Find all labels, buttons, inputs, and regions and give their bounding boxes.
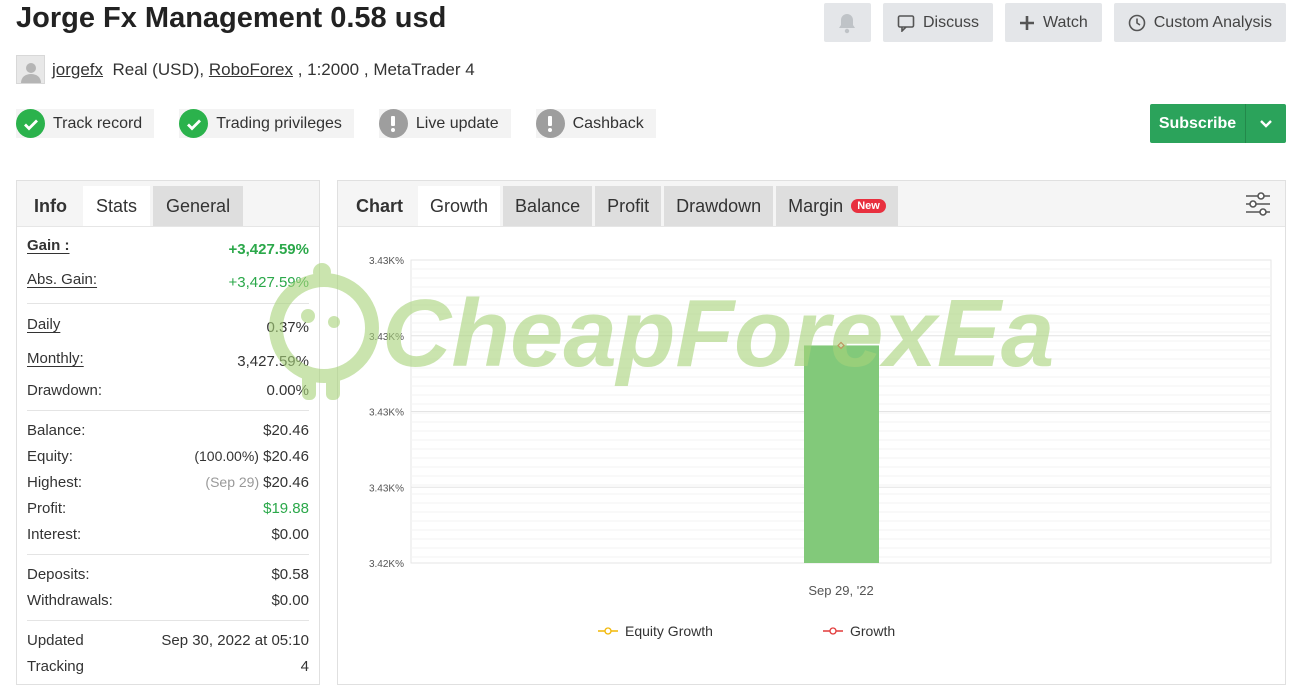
new-badge: New <box>851 199 886 213</box>
subscribe-button[interactable]: Subscribe <box>1150 104 1286 143</box>
tab-stats[interactable]: Stats <box>83 186 151 226</box>
tab-info[interactable]: Info <box>21 186 80 226</box>
notify-button[interactable] <box>823 3 871 42</box>
account-info: jorgefx Real (USD), RoboForex , 1:2000 ,… <box>16 55 475 84</box>
badge-live-update[interactable]: Live update <box>378 109 511 138</box>
badge-cashback[interactable]: Cashback <box>535 109 656 138</box>
tab-margin[interactable]: Margin New <box>776 186 898 226</box>
y-tick-label: 3.43K% <box>369 332 404 343</box>
discuss-label: Discuss <box>922 13 979 31</box>
badge-label: Cashback <box>572 114 644 132</box>
chevron-down-icon <box>1260 119 1272 128</box>
badge-label: Trading privileges <box>216 114 342 132</box>
discuss-button[interactable]: Discuss <box>882 3 993 42</box>
stat-interest: Interest: $0.00 <box>27 526 309 543</box>
page-title: Jorge Fx Management 0.58 usd <box>16 2 447 34</box>
stat-monthly: Monthly: 3,427.59% <box>27 350 309 370</box>
chart-panel: Chart Growth Balance Profit Drawdown Mar… <box>337 180 1286 685</box>
stat-abs-gain: Abs. Gain: +3,427.59% <box>27 271 309 291</box>
platform: MetaTrader 4 <box>373 59 475 79</box>
tab-growth[interactable]: Growth <box>418 186 501 226</box>
custom-analysis-button[interactable]: Custom Analysis <box>1113 3 1286 42</box>
badge-trading-privileges[interactable]: Trading privileges <box>179 109 354 138</box>
sliders-icon <box>1246 192 1270 216</box>
badge-track-record[interactable]: Track record <box>16 109 155 138</box>
stat-withdrawals: Withdrawals: $0.00 <box>27 592 309 609</box>
check-icon <box>16 109 45 138</box>
y-tick-label: 3.43K% <box>369 408 404 419</box>
watch-label: Watch <box>1042 13 1088 31</box>
divider <box>27 620 309 621</box>
subscribe-label[interactable]: Subscribe <box>1150 104 1246 143</box>
y-tick-label: 3.42K% <box>369 559 404 570</box>
chart-tabs: Chart Growth Balance Profit Drawdown Mar… <box>338 181 1285 227</box>
watch-button[interactable]: Watch <box>1004 3 1102 42</box>
stat-drawdown: Drawdown: 0.00% <box>27 382 309 399</box>
exclamation-icon <box>535 109 565 138</box>
leverage: , 1:2000 , <box>297 59 369 79</box>
stat-highest: Highest: (Sep 29) $20.46 <box>27 474 309 491</box>
x-tick-label: Sep 29, '22 <box>808 583 873 598</box>
tab-margin-label: Margin <box>788 195 844 216</box>
stat-profit: Profit: $19.88 <box>27 500 309 517</box>
legend-marker <box>604 627 612 635</box>
stats-panel: Info Stats General Gain : +3,427.59% Abs… <box>16 180 320 685</box>
check-icon <box>179 109 209 138</box>
stats-list: Gain : +3,427.59% Abs. Gain: +3,427.59% … <box>17 237 319 675</box>
stat-gain: Gain : +3,427.59% <box>27 237 309 258</box>
divider <box>27 554 309 555</box>
user-icon <box>20 63 41 83</box>
avatar[interactable] <box>16 55 45 84</box>
divider <box>27 410 309 411</box>
y-tick-label: 3.43K% <box>369 256 404 267</box>
legend-label: Equity Growth <box>625 623 713 639</box>
tab-general[interactable]: General <box>153 186 244 226</box>
stat-daily: Daily 0.37% <box>27 316 309 336</box>
broker-link[interactable]: RoboForex <box>209 60 293 80</box>
growth-bar <box>804 345 879 563</box>
legend-label: Growth <box>850 623 895 639</box>
badge-label: Track record <box>53 114 143 132</box>
growth-chart[interactable]: 3.43K% 3.43K% 3.43K% 3.43K% 3.42K% Sep 29, '2… <box>338 228 1285 684</box>
clock-icon <box>1128 14 1146 31</box>
divider <box>27 303 309 304</box>
stats-tabs: Info Stats General <box>17 181 319 227</box>
stat-updated: Updated Sep 30, 2022 at 05:10 <box>27 632 309 649</box>
tab-profit[interactable]: Profit <box>595 186 662 226</box>
tab-chart[interactable]: Chart <box>344 186 415 226</box>
tab-drawdown[interactable]: Drawdown <box>664 186 774 226</box>
plus-icon <box>1019 15 1034 30</box>
legend-marker <box>829 627 837 635</box>
stat-tracking: Tracking 4 <box>27 658 309 675</box>
account-type: Real (USD), <box>112 59 205 79</box>
exclamation-icon <box>378 109 408 138</box>
badge-label: Live update <box>415 114 499 132</box>
custom-analysis-label: Custom Analysis <box>1153 13 1272 31</box>
bell-icon <box>839 13 856 33</box>
stat-deposits: Deposits: $0.58 <box>27 566 309 583</box>
user-link[interactable]: jorgefx <box>52 60 103 80</box>
y-tick-label: 3.43K% <box>369 483 404 494</box>
stat-balance: Balance: $20.46 <box>27 422 309 439</box>
stat-equity: Equity: (100.00%) $20.46 <box>27 448 309 465</box>
comment-icon <box>897 14 915 32</box>
chart-settings-button[interactable] <box>1245 191 1271 222</box>
subscribe-dropdown[interactable] <box>1246 104 1286 143</box>
tab-balance[interactable]: Balance <box>503 186 593 226</box>
top-actions: Discuss Watch Custom Analysis <box>823 3 1286 42</box>
status-badges: Track record Trading privileges Live upd… <box>16 109 681 138</box>
